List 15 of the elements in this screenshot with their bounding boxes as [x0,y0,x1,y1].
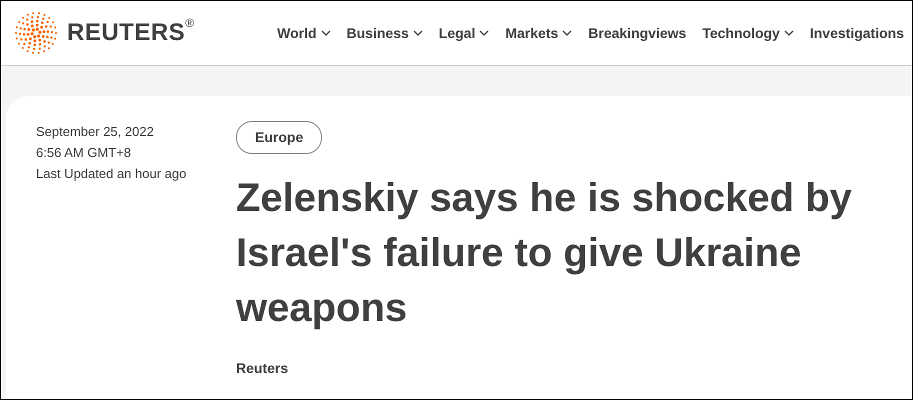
nav-link[interactable]: Investigations [810,22,904,44]
publish-date: September 25, 2022 [36,123,155,141]
category-tag[interactable]: Europe [236,121,322,154]
nav-link[interactable]: Business [346,22,423,44]
nav-link[interactable]: Breakingviews [588,22,686,44]
nav-link[interactable]: Legal [438,22,490,44]
last-updated: Last Updated an hour ago [36,165,188,183]
nav-link[interactable]: Technology [702,22,794,44]
headline: Zelenskiy says he is shocked by Israel's failure to give Ukraine weapons [236,175,853,332]
nav-link[interactable]: Markets [505,22,572,44]
logo-icon [13,10,59,56]
logo-text[interactable]: REUTERS$^{®}$ [67,15,195,51]
publish-time: 6:56 AM GMT+8 [36,144,132,162]
byline: Reuters [236,359,288,378]
nav-link[interactable]: World [277,22,331,44]
